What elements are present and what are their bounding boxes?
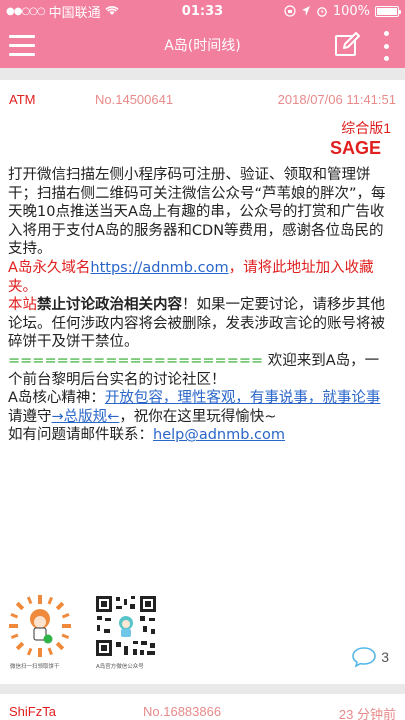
wifi-icon bbox=[105, 6, 119, 15]
spirit-line: A岛核心精神：开放包容，理性客观，有事说事，就事论事 bbox=[8, 389, 393, 408]
contact-label: 如有问题请邮件联系： bbox=[8, 427, 153, 444]
orientation-lock-icon bbox=[284, 5, 296, 17]
follow-label: 请遵守 bbox=[8, 408, 52, 425]
post-meta: ATM No.14500641 2018/07/06 11:41:51 bbox=[9, 92, 396, 110]
alarm-icon bbox=[316, 7, 327, 17]
post-meta-next: ShiFzTa No.16883866 23 分钟前 bbox=[9, 704, 396, 720]
post-user-id-next: ShiFzTa bbox=[9, 704, 56, 719]
domain-link[interactable]: https://adnmb.com bbox=[90, 260, 228, 276]
domain-line: A岛永久域名https://adnmb.com，请将此地址加入收藏夹。 bbox=[8, 259, 393, 296]
rule-site: 本站 bbox=[8, 297, 37, 314]
welcome-line: ===================== 欢迎来到A岛，一个前台黎明后台实名的… bbox=[8, 352, 393, 389]
battery-icon bbox=[375, 5, 401, 17]
spirit-label: A岛核心精神： bbox=[8, 390, 105, 407]
post-image[interactable]: 微信扫一扫领取饼干 A岛官方微信公众号 bbox=[8, 594, 168, 676]
follow-line: 请遵守→总版规←，祝你在这里玩得愉快~ bbox=[8, 408, 393, 427]
post-number: No.14500641 bbox=[95, 92, 174, 107]
intro-paragraph: 打开微信扫描左侧小程序码可注册、验证、领取和管理饼干；扫描右侧二维码可关注微信公… bbox=[8, 167, 386, 258]
domain-label: A岛永久域名 bbox=[8, 259, 91, 276]
nav-bar: A岛(时间线) bbox=[0, 22, 405, 68]
board-name: 综合版1 bbox=[341, 120, 391, 136]
post-number-next: No.16883866 bbox=[143, 704, 222, 719]
post-time: 2018/07/06 11:41:51 bbox=[277, 92, 396, 107]
comment-icon bbox=[352, 647, 377, 668]
battery-percent: 100% bbox=[332, 3, 370, 19]
signal-icon: ●●○○○ bbox=[6, 5, 46, 17]
mini-program-code-icon bbox=[9, 595, 71, 657]
qr-caption-left: 微信扫一扫领取饼干 bbox=[10, 664, 60, 670]
location-icon bbox=[301, 6, 310, 16]
post-time-next: 23 分钟前 bbox=[338, 707, 396, 720]
contact-line: 如有问题请邮件联系：help@adnmb.com bbox=[8, 426, 393, 445]
follow-note: ，祝你在这里玩得愉快~ bbox=[119, 408, 277, 425]
menu-icon[interactable] bbox=[0, 22, 40, 68]
carrier-name: 中国联通 bbox=[48, 5, 101, 21]
spirit-link[interactable]: 开放包容，理性客观，有事说事，就事论事 bbox=[105, 390, 381, 406]
rule-paragraph: 本站禁止讨论政治相关内容！如果一定要讨论，请移步其他论坛。任何涉政内容将会被删除… bbox=[8, 296, 393, 352]
rules-link[interactable]: →总版规← bbox=[52, 409, 120, 425]
compose-icon[interactable] bbox=[333, 31, 361, 59]
qr-caption-right: A岛官方微信公众号 bbox=[96, 664, 144, 670]
welcome-separator: ===================== bbox=[8, 352, 264, 369]
post-card-next[interactable]: ShiFzTa No.16883866 23 分钟前 bbox=[0, 694, 405, 720]
post-user-id: ATM bbox=[9, 92, 36, 107]
rule-banned: 禁止讨论政治相关内容 bbox=[37, 297, 182, 314]
post-content: 打开微信扫描左侧小程序码可注册、验证、领取和管理饼干；扫描右侧二维码可关注微信公… bbox=[8, 166, 393, 445]
status-bar: ●●○○○ 中国联通 01:33 100% bbox=[0, 0, 405, 22]
more-options-icon[interactable] bbox=[381, 31, 391, 61]
battery-level bbox=[377, 7, 397, 15]
wechat-qr-code-icon bbox=[94, 594, 158, 658]
sage-badge: SAGE bbox=[329, 138, 381, 158]
reply-count: 3 bbox=[381, 649, 389, 665]
post-card[interactable]: ATM No.14500641 2018/07/06 11:41:51 综合版1… bbox=[0, 80, 405, 684]
email-link[interactable]: help@adnmb.com bbox=[153, 427, 285, 443]
reply-count-button[interactable]: 3 bbox=[351, 646, 389, 668]
